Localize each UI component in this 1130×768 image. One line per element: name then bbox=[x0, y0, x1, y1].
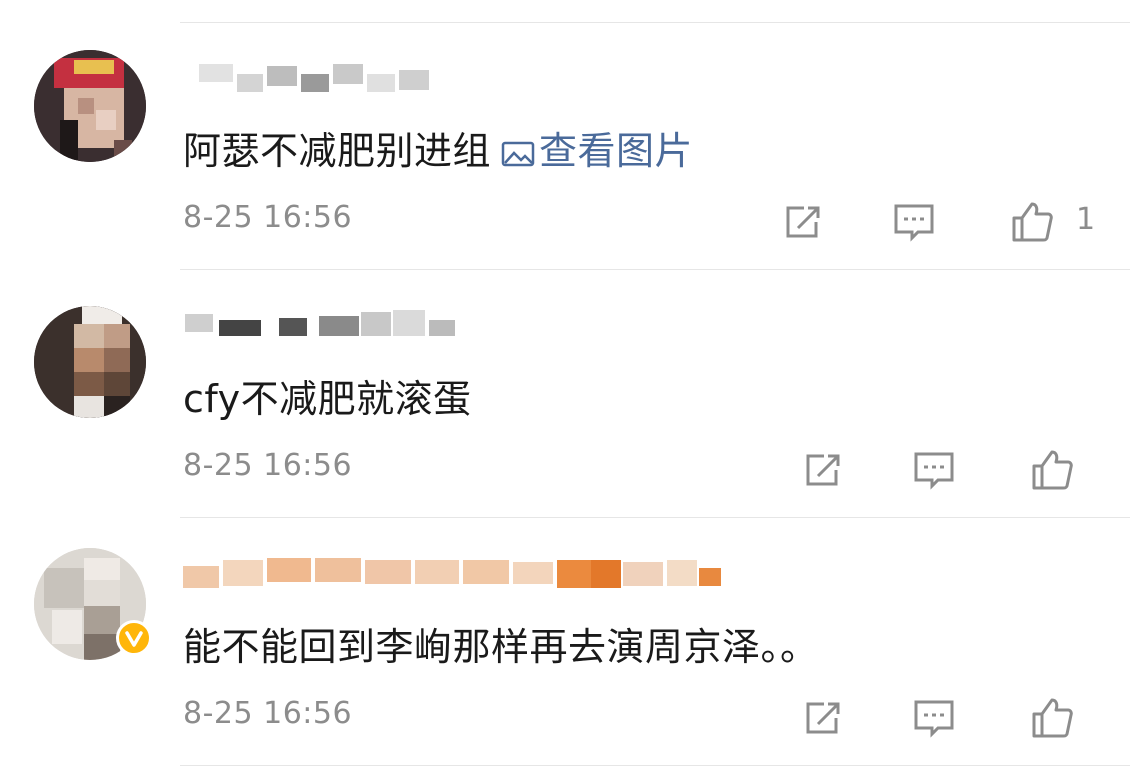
timestamp: 8-25 16:56 bbox=[183, 448, 353, 483]
comment-list: 阿瑟不减肥别进组 查看图片 8-25 16:56 1 cfy不减肥就滚蛋 8-2… bbox=[0, 0, 1130, 768]
like-button[interactable] bbox=[1028, 694, 1076, 742]
comment-button[interactable] bbox=[910, 446, 958, 494]
comment-button[interactable] bbox=[910, 694, 958, 742]
comment-actions bbox=[800, 446, 1130, 494]
comment-icon bbox=[914, 452, 954, 490]
like-icon bbox=[1032, 450, 1073, 490]
comment-item: 能不能回到李峋那样再去演周京泽。。 8-25 16:56 bbox=[0, 0, 1130, 738]
comment-actions bbox=[800, 694, 1130, 742]
divider bbox=[180, 269, 1130, 270]
repost-button[interactable] bbox=[800, 446, 848, 494]
comment-text: 能不能回到李峋那样再去演周京泽。。 bbox=[183, 625, 819, 669]
verified-badge bbox=[116, 620, 152, 656]
like-button[interactable] bbox=[1028, 446, 1076, 494]
user-avatar-icon bbox=[34, 306, 146, 418]
divider bbox=[180, 765, 1130, 766]
comment-icon bbox=[914, 700, 954, 738]
verified-icon bbox=[125, 631, 143, 647]
username[interactable] bbox=[183, 552, 743, 588]
username[interactable] bbox=[183, 300, 483, 336]
timestamp: 8-25 16:56 bbox=[183, 696, 353, 731]
comment-text: cfy不减肥就滚蛋 bbox=[183, 377, 472, 421]
repost-icon bbox=[806, 454, 840, 486]
divider bbox=[180, 517, 1130, 518]
repost-icon bbox=[806, 702, 840, 734]
like-icon bbox=[1032, 698, 1073, 738]
repost-button[interactable] bbox=[800, 694, 848, 742]
avatar[interactable] bbox=[34, 306, 146, 418]
